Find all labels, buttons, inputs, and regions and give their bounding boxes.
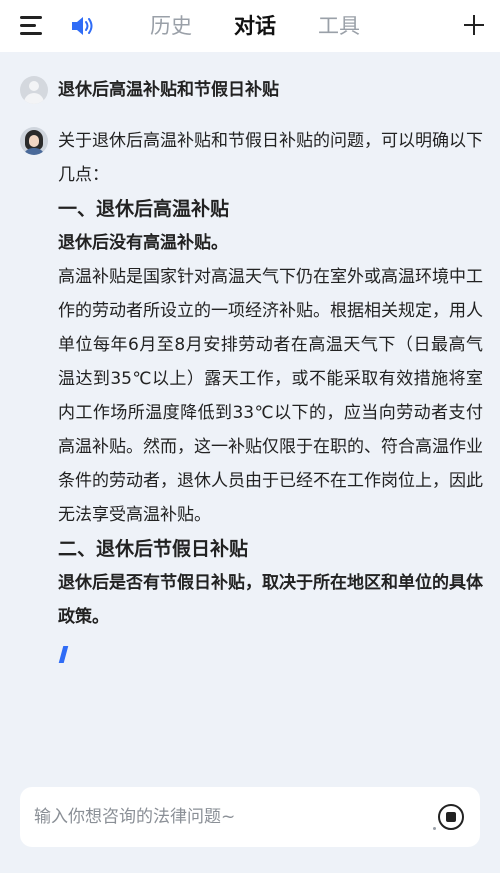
user-question-text: 退休后高温补贴和节假日补贴 (58, 80, 279, 100)
user-avatar (20, 76, 48, 104)
section1-heading: 一、退休后高温补贴 (58, 198, 230, 220)
indicator-dot (433, 827, 436, 830)
tab-history[interactable]: 历史 (150, 8, 192, 44)
section1-conclusion: 退休后没有高温补贴。 (58, 233, 228, 253)
tab-chat[interactable]: 对话 (234, 8, 276, 44)
tab-tools[interactable]: 工具 (318, 8, 360, 44)
message-input-placeholder[interactable]: 输入你想咨询的法律问题~ (34, 787, 235, 847)
answer-intro: 关于退休后高温补贴和节假日补贴的问题，可以明确以下几点： (58, 131, 483, 185)
speaker-icon[interactable] (70, 14, 96, 38)
section1-body: 高温补贴是国家针对高温天气下仍在室外或高温环境中工作的劳动者所设立的一项经济补贴… (58, 267, 483, 525)
menu-icon[interactable] (20, 15, 44, 37)
new-chat-plus-icon[interactable] (464, 15, 484, 35)
tab-bar: 历史 对话 工具 (150, 8, 360, 44)
assistant-avatar (20, 127, 48, 155)
section2-conclusion: 退休后是否有节假日补贴，取决于所在地区和单位的具体政策。 (58, 573, 483, 627)
top-bar: 历史 对话 工具 (0, 0, 500, 52)
stop-icon[interactable] (438, 804, 464, 830)
user-message: 退休后高温补贴和节假日补贴 (20, 76, 480, 106)
message-input-bar[interactable]: 输入你想咨询的法律问题~ (20, 787, 480, 847)
typing-cursor (58, 646, 69, 663)
section2-heading: 二、退休后节假日补贴 (58, 538, 249, 560)
assistant-answer: 关于退休后高温补贴和节假日补贴的问题，可以明确以下几点： 一、退休后高温补贴 退… (58, 124, 483, 663)
